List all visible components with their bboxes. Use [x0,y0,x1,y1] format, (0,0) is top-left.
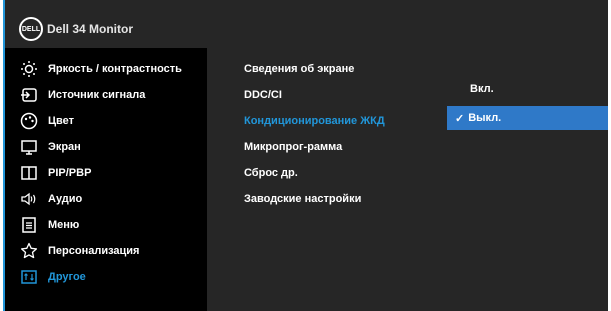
menu-item-display[interactable]: Экран [5,134,207,160]
color-icon [19,111,39,131]
menu-item-menu[interactable]: Меню [5,212,207,238]
submenu: Сведения об экране DDC/CI Кондиционирова… [244,56,385,212]
brightness-icon [19,59,39,79]
submenu-lcd-conditioning[interactable]: Кондиционирование ЖКД [244,108,385,134]
menu-item-color[interactable]: Цвет [5,108,207,134]
other-icon [19,267,39,287]
dell-logo: DELL [19,17,43,41]
menu-item-audio[interactable]: Аудио [5,186,207,212]
menu-item-label: Яркость / контрастность [48,63,182,75]
submenu-display-info[interactable]: Сведения об экране [244,56,385,82]
submenu-firmware[interactable]: Микропрог-рамма [244,134,385,160]
audio-icon [19,189,39,209]
header: DELL Dell 34 Monitor [5,0,608,48]
option-label: Выкл. [468,112,502,124]
main-menu: Яркость / контрастность Источник сигнала… [5,56,207,290]
checkmark-icon: ✓ [455,112,465,125]
display-icon [19,137,39,157]
submenu-factory-reset[interactable]: Заводские настройки [244,186,385,212]
menu-item-personalize[interactable]: Персонализация [5,238,207,264]
lcd-conditioning-option-off[interactable]: ✓ Выкл. [447,106,608,130]
menu-icon [19,215,39,235]
menu-item-label: PIP/PBP [48,167,92,179]
menu-item-other[interactable]: Другое [5,264,207,290]
menu-item-brightness[interactable]: Яркость / контрастность [5,56,207,82]
menu-item-label: Другое [48,271,86,283]
menu-item-input-source[interactable]: Источник сигнала [5,82,207,108]
pip-icon [19,163,39,183]
menu-item-label: Цвет [48,115,75,127]
menu-item-label: Персонализация [48,245,140,257]
submenu-reset-other[interactable]: Сброс др. [244,160,385,186]
menu-item-pip[interactable]: PIP/PBP [5,160,207,186]
menu-item-label: Меню [48,219,80,231]
menu-item-label: Аудио [48,193,83,205]
page-title: Dell 34 Monitor [47,22,134,36]
star-icon [19,241,39,261]
submenu-ddc-ci[interactable]: DDC/CI [244,82,385,108]
menu-item-label: Источник сигнала [48,89,146,101]
menu-item-label: Экран [48,141,81,153]
input-source-icon [19,85,39,105]
ddc-ci-value: Вкл. [470,83,494,95]
